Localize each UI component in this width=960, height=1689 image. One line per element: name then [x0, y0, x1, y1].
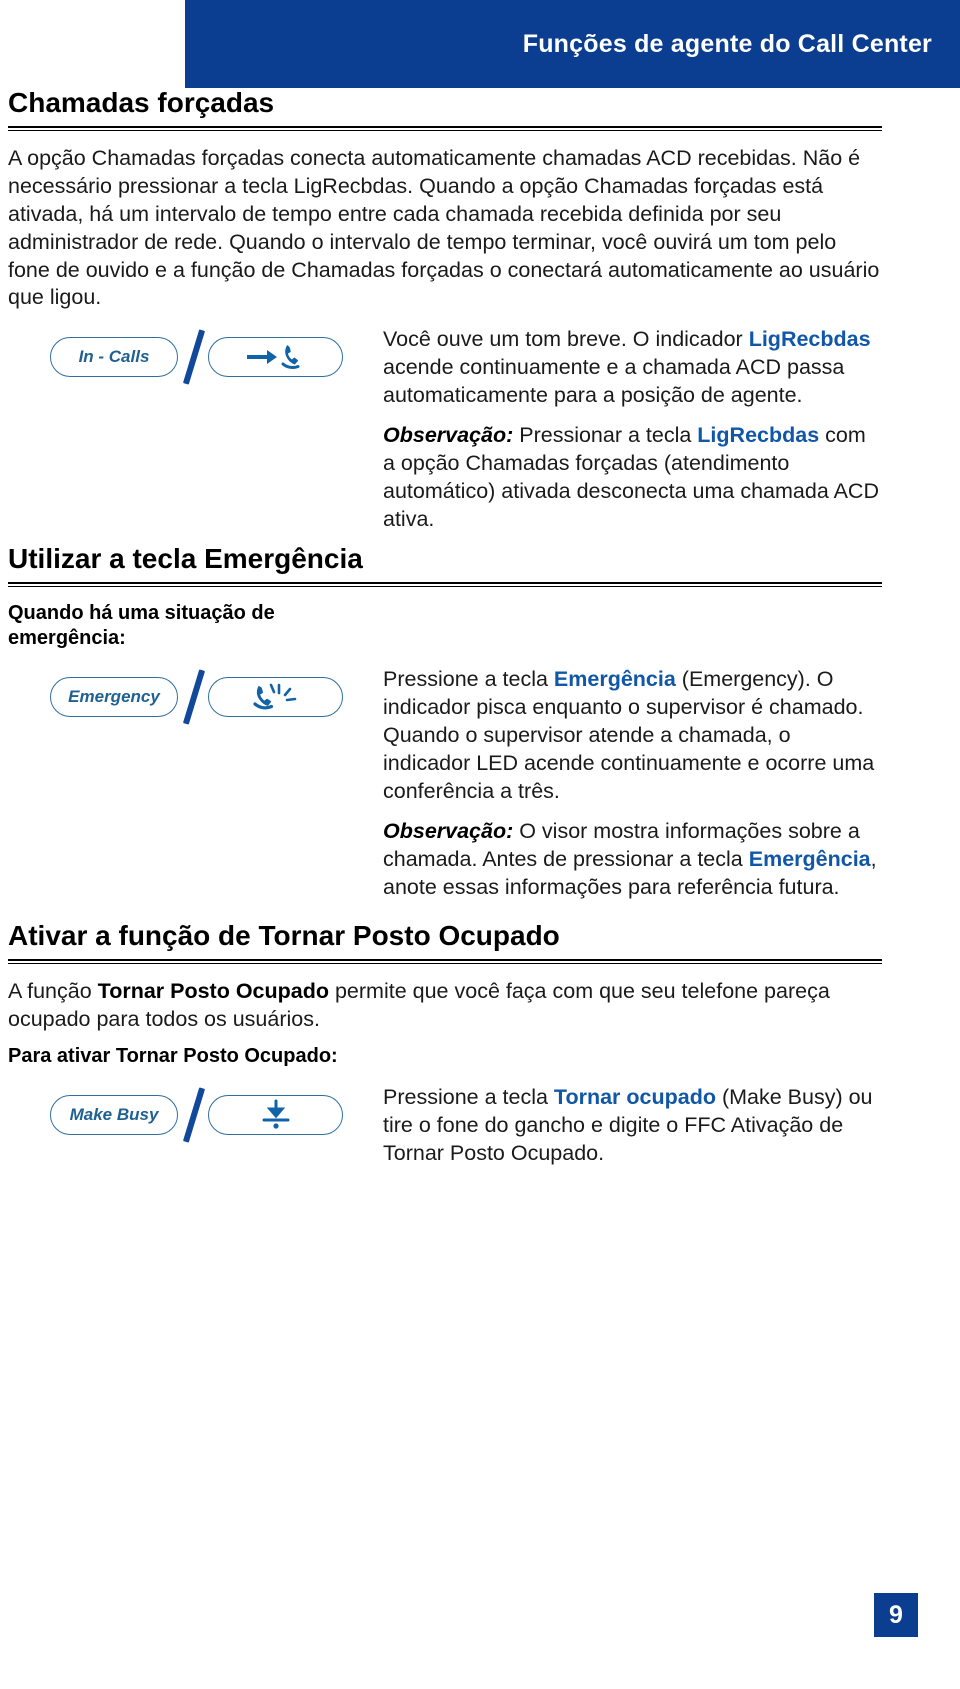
- paragraph-segment: Você ouve um tom breve. O indicador: [383, 327, 749, 352]
- page-header-title: Funções de agente do Call Center: [522, 29, 932, 58]
- key-capsule-make-busy-icon[interactable]: [208, 1094, 343, 1135]
- key-row-emergency: Emergency Pressione a tecla Emergência (…: [8, 666, 882, 902]
- key-text-make-busy: Pressione a tecla Tornar ocupado (Make B…: [383, 1084, 882, 1168]
- key-capsule-make-busy[interactable]: Make Busy: [50, 1094, 178, 1135]
- page-body: Chamadas forçadas A opção Chamadas força…: [0, 87, 960, 1168]
- key-label-make-busy: Make Busy: [69, 1104, 159, 1124]
- key-text-paragraph-1: Pressione a tecla Emergência (Emergency)…: [383, 666, 880, 806]
- paragraph-segment: Pressione a tecla: [383, 666, 554, 691]
- key-figure-emergency: Emergency: [8, 666, 383, 728]
- key-row-make-busy: Make Busy Pressione a tecla Tornar ocupa…: [8, 1084, 882, 1168]
- ringing-handset-icon: [251, 681, 301, 713]
- inline-key-name-emergencia: Emergência: [748, 846, 871, 871]
- key-figure-make-busy: Make Busy: [8, 1084, 383, 1146]
- key-text-emergency: Pressione a tecla Emergência (Emergency)…: [383, 666, 882, 902]
- section-3-intro-paragraph: A função Tornar Posto Ocupado permite qu…: [8, 978, 882, 1034]
- inline-key-name-ligrecbdas: LigRecbdas: [697, 423, 820, 448]
- page-number-badge: 9: [874, 1593, 918, 1637]
- section-1-intro-paragraph: A opção Chamadas forçadas conecta automa…: [8, 145, 880, 310]
- section-rule: [8, 581, 882, 587]
- key-separator-slash: [178, 331, 208, 383]
- key-label-emergency: Emergency: [68, 686, 160, 706]
- key-capsule-in-calls[interactable]: In - Calls: [50, 337, 178, 378]
- page-header-banner: Funções de agente do Call Center: [185, 0, 960, 88]
- section-2-lead-in: Quando há uma situação de emergência:: [8, 601, 275, 650]
- section-heading-chamadas-forcadas: Chamadas forçadas: [8, 87, 275, 118]
- section-3-lead-in: Para ativar Tornar Posto Ocupado:: [8, 1045, 338, 1068]
- key-label-in-calls: In - Calls: [78, 347, 150, 367]
- page-number-value: 9: [889, 1600, 903, 1629]
- inline-key-name-tornar-ocupado: Tornar ocupado: [553, 1084, 716, 1109]
- key-text-paragraph-note: Observação: O visor mostra informações s…: [383, 818, 880, 902]
- paragraph-segment: Pressione a tecla: [383, 1084, 554, 1109]
- inline-key-name-ligrecbdas: LigRecbdas: [748, 327, 871, 352]
- key-text-paragraph-1: Você ouve um tom breve. O indicador LigR…: [383, 326, 880, 410]
- section-rule: [8, 125, 882, 131]
- key-separator-slash: [178, 671, 208, 723]
- key-text-paragraph-1: Pressione a tecla Tornar ocupado (Make B…: [383, 1084, 880, 1168]
- key-separator-slash: [178, 1089, 208, 1141]
- key-capsule-emergency[interactable]: Emergency: [50, 676, 178, 717]
- note-label: Observação:: [383, 818, 514, 843]
- key-text-paragraph-note: Observação: Pressionar a tecla LigRecbda…: [383, 422, 880, 534]
- arrow-handset-icon: [245, 342, 307, 372]
- inline-feature-name: Tornar Posto Ocupado: [97, 979, 329, 1004]
- content-column: Chamadas forçadas A opção Chamadas força…: [8, 87, 960, 1168]
- section-heading-tecla-emergencia: Utilizar a tecla Emergência: [8, 542, 363, 574]
- section-rule: [8, 959, 882, 965]
- paragraph-segment: A função: [8, 979, 98, 1004]
- key-figure-in-calls: In - Calls: [8, 326, 383, 388]
- section-heading-tornar-posto-ocupado: Ativar a função de Tornar Posto Ocupado: [8, 920, 560, 952]
- key-text-in-calls: Você ouve um tom breve. O indicador LigR…: [383, 326, 882, 534]
- inline-key-name-emergencia: Emergência: [553, 666, 676, 691]
- down-arrow-line-icon: [259, 1099, 293, 1131]
- key-capsule-emergency-icon[interactable]: [208, 676, 343, 717]
- paragraph-segment: Pressionar a tecla: [513, 423, 698, 448]
- paragraph-segment: acende continuamente e a chamada ACD pas…: [383, 355, 845, 408]
- key-capsule-in-calls-icon[interactable]: [208, 337, 343, 378]
- note-label: Observação:: [383, 423, 514, 448]
- key-row-in-calls: In - Calls Você ouve um tom breve. O ind…: [8, 326, 882, 534]
